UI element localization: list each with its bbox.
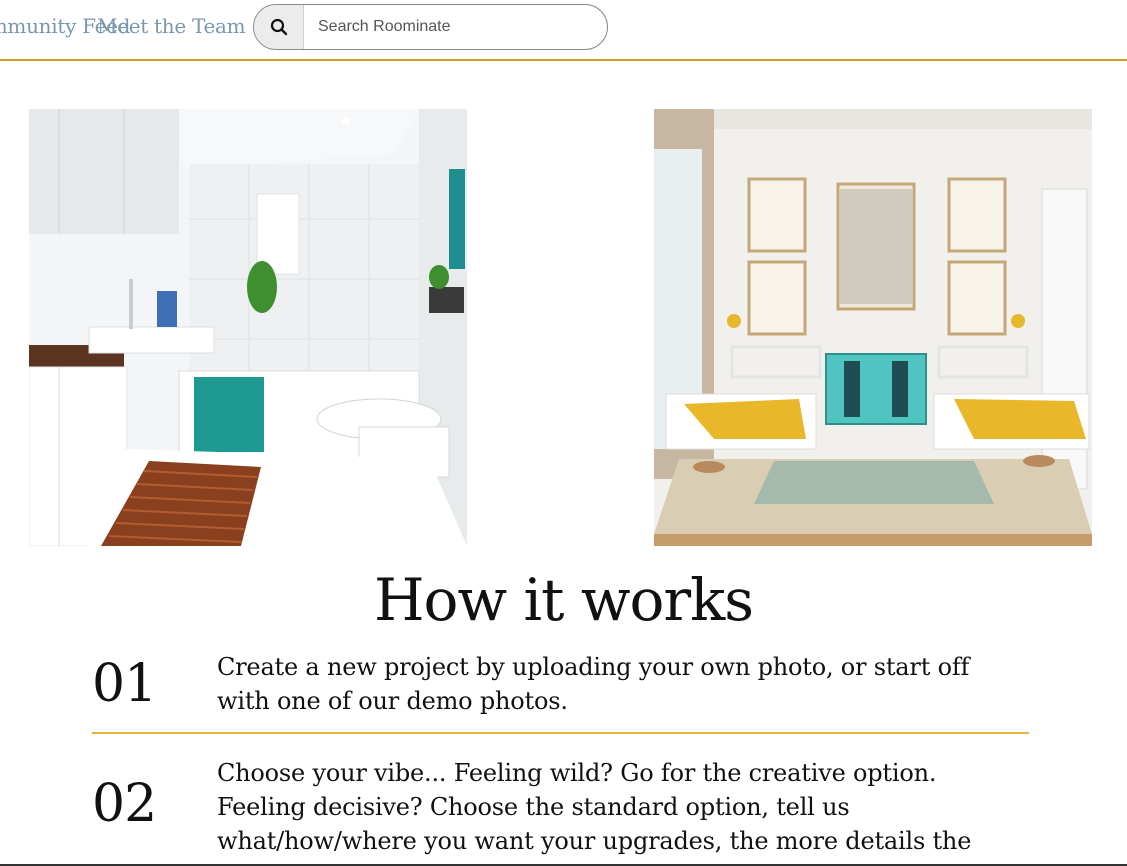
step-description: Create a new project by uploading your o…	[217, 653, 970, 715]
nav-meet-the-team[interactable]: Meet the Team	[97, 14, 246, 38]
search-icon	[270, 18, 287, 36]
site-header: Community Feed Meet the Team	[0, 0, 1127, 61]
step-number: 01	[92, 654, 157, 714]
step-number: 02	[92, 774, 157, 834]
step-description: Choose your vibe... Feeling wild? Go for…	[217, 759, 972, 866]
search-bar	[253, 4, 608, 50]
how-it-works-title: How it works	[373, 566, 754, 634]
kids-bedroom-photo	[654, 109, 1092, 546]
search-button[interactable]	[254, 5, 304, 49]
step-item: 01 Create a new project by uploading you…	[92, 650, 1029, 734]
bathroom-photo	[29, 109, 467, 546]
search-input[interactable]	[304, 5, 607, 49]
step-item: 02 Choose your vibe... Feeling wild? Go …	[92, 756, 1029, 866]
